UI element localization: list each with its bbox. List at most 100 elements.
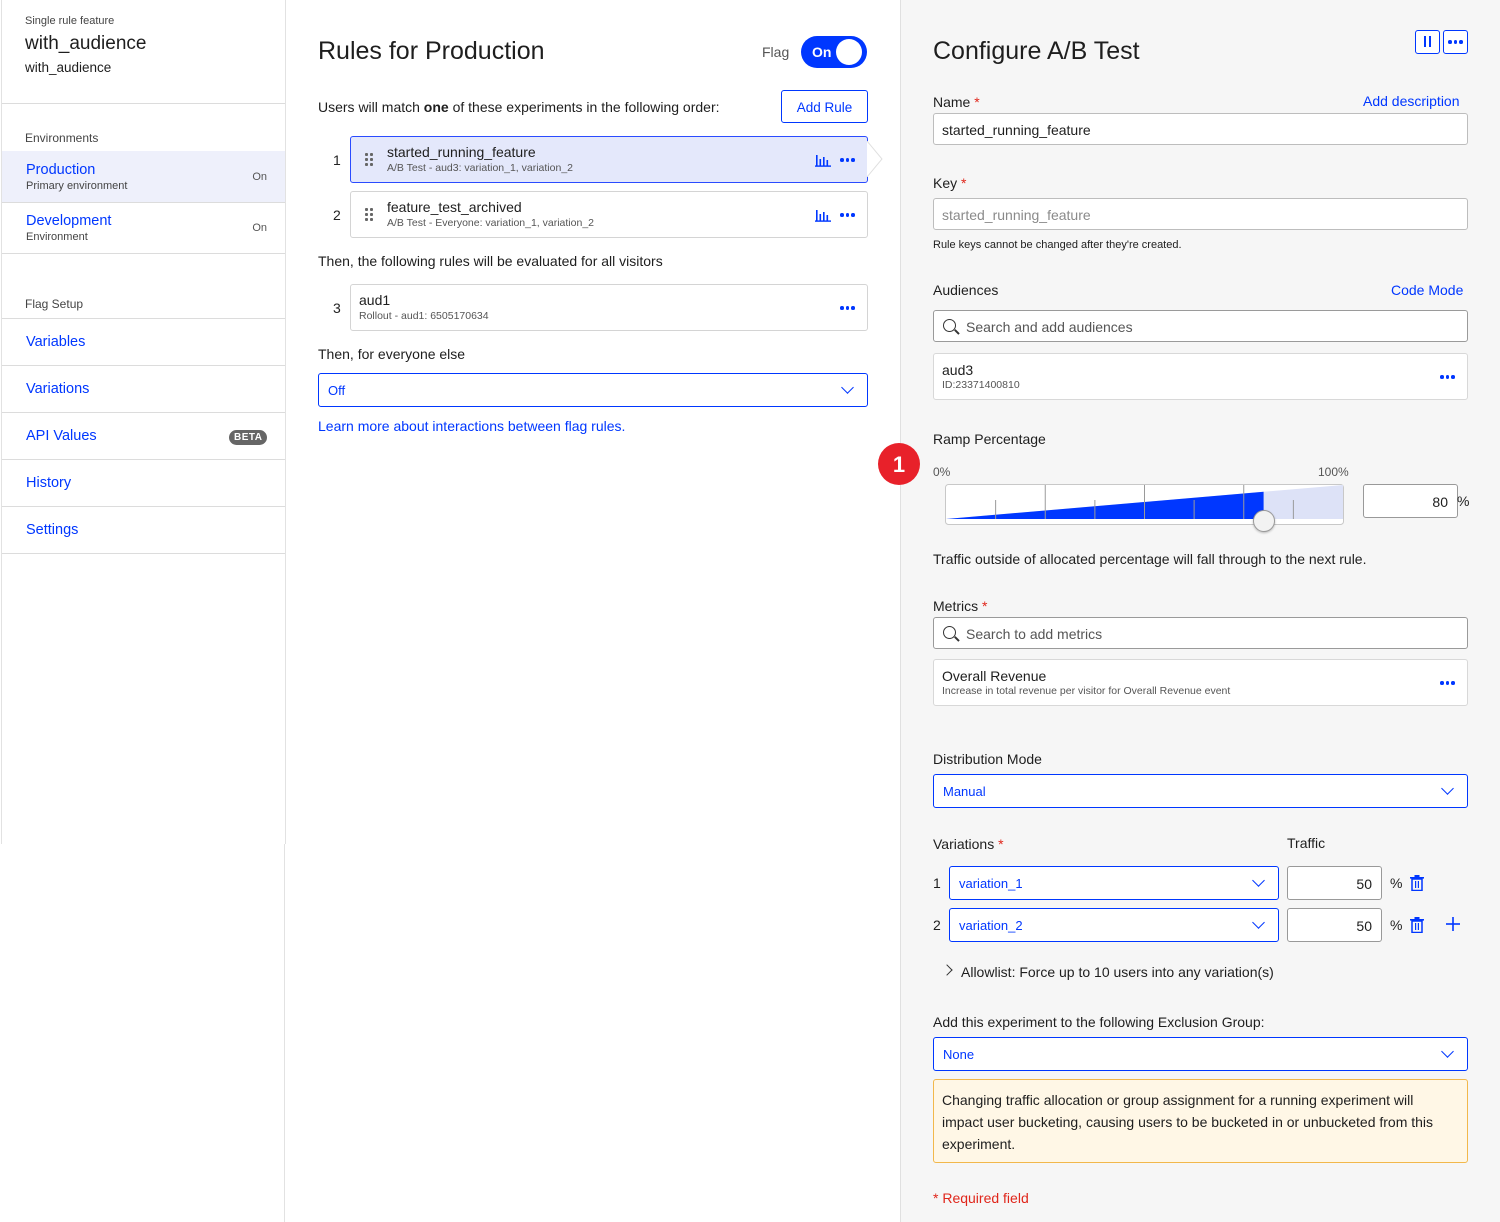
annotation-marker: 1 bbox=[878, 443, 920, 485]
more-options-icon[interactable] bbox=[1440, 681, 1456, 685]
ramp-max-label: 100% bbox=[1318, 465, 1349, 479]
chevron-down-icon bbox=[1441, 1045, 1454, 1058]
flag-setup-heading: Flag Setup bbox=[25, 297, 84, 311]
search-placeholder: Search to add metrics bbox=[966, 626, 1103, 642]
distribution-mode-select[interactable]: Manual bbox=[933, 774, 1468, 808]
add-description-link[interactable]: Add description bbox=[1363, 93, 1460, 109]
chevron-down-icon bbox=[1252, 916, 1265, 929]
rule-title: aud1 bbox=[359, 292, 391, 308]
traffic-input-1[interactable]: 50 bbox=[1287, 866, 1382, 900]
drag-handle-icon[interactable] bbox=[365, 153, 375, 167]
ramp-note: Traffic outside of allocated percentage … bbox=[933, 551, 1367, 567]
env-sub: Environment bbox=[26, 231, 88, 243]
traffic-value: 50 bbox=[1356, 876, 1372, 892]
more-options-icon[interactable] bbox=[840, 158, 856, 162]
learn-more-link[interactable]: Learn more about interactions between fl… bbox=[318, 418, 625, 434]
beta-badge: BETA bbox=[229, 430, 268, 445]
panel-title: Configure A/B Test bbox=[933, 37, 1140, 65]
audience-search-input[interactable]: Search and add audiences bbox=[933, 310, 1468, 342]
add-rule-button[interactable]: Add Rule bbox=[781, 90, 868, 123]
code-mode-link[interactable]: Code Mode bbox=[1391, 282, 1463, 298]
rule-number: 3 bbox=[333, 300, 341, 316]
rules-panel: Rules for Production Flag On Users will … bbox=[286, 0, 900, 1222]
sidebar: Single rule feature with_audience with_a… bbox=[0, 0, 286, 1222]
trash-icon[interactable] bbox=[1410, 917, 1424, 933]
more-options-icon[interactable] bbox=[840, 213, 856, 217]
distribution-label: Distribution Mode bbox=[933, 751, 1042, 767]
variation-number: 1 bbox=[933, 875, 941, 891]
rule-card-feature-test-archived[interactable]: feature_test_archived A/B Test - Everyon… bbox=[350, 191, 868, 238]
sidebar-item-label: Variables bbox=[26, 334, 86, 350]
rules-intro: Users will match one of these experiment… bbox=[318, 99, 720, 115]
env-production[interactable]: Production Primary environment On bbox=[2, 151, 285, 203]
key-input-placeholder: started_running_feature bbox=[942, 207, 1091, 223]
sidebar-item-settings[interactable]: Settings bbox=[2, 507, 285, 554]
chevron-down-icon bbox=[841, 381, 854, 394]
sidebar-divider bbox=[284, 844, 285, 1222]
add-rule-label: Add Rule bbox=[796, 100, 853, 115]
chevron-right-icon[interactable] bbox=[941, 964, 953, 976]
rule-title: feature_test_archived bbox=[387, 199, 522, 215]
ramp-percentage-input[interactable]: 80 bbox=[1363, 484, 1458, 518]
audience-name: aud3 bbox=[942, 362, 974, 378]
variations-label: Variations * bbox=[933, 836, 1004, 852]
sidebar-item-label: Settings bbox=[26, 522, 79, 538]
intro-text: of these experiments in the following or… bbox=[448, 99, 720, 115]
split-view-icon[interactable] bbox=[1415, 30, 1440, 54]
rule-subtitle: A/B Test - aud3: variation_1, variation_… bbox=[387, 162, 574, 174]
sidebar-item-label: Variations bbox=[26, 381, 90, 397]
env-status: On bbox=[252, 171, 267, 183]
results-chart-icon[interactable] bbox=[815, 153, 831, 167]
name-label: Name * bbox=[933, 94, 980, 110]
rule-number: 2 bbox=[333, 207, 341, 223]
sidebar-item-variations[interactable]: Variations bbox=[2, 366, 285, 413]
required-mark: * bbox=[982, 598, 988, 614]
traffic-input-2[interactable]: 50 bbox=[1287, 908, 1382, 942]
rule-card-aud1[interactable]: aud1 Rollout - aud1: 6505170634 bbox=[350, 284, 868, 331]
audiences-label: Audiences bbox=[933, 282, 999, 298]
drag-handle-icon[interactable] bbox=[365, 208, 375, 222]
more-options-icon[interactable] bbox=[1440, 375, 1456, 379]
variation-select-1[interactable]: variation_1 bbox=[949, 866, 1279, 900]
name-input[interactable]: started_running_feature bbox=[933, 113, 1468, 145]
more-options-icon[interactable] bbox=[840, 306, 856, 310]
environments-heading: Environments bbox=[25, 131, 99, 145]
trash-icon[interactable] bbox=[1410, 875, 1424, 891]
results-chart-icon[interactable] bbox=[815, 208, 831, 222]
page-title: Rules for Production bbox=[318, 37, 545, 65]
configure-panel: Configure A/B Test Name * Add descriptio… bbox=[878, 0, 1500, 1222]
intro-bold: one bbox=[423, 99, 449, 115]
then-all-text: Then, the following rules will be evalua… bbox=[318, 253, 663, 269]
label-text: Variations bbox=[933, 836, 995, 852]
sidebar-item-history[interactable]: History bbox=[2, 460, 285, 507]
search-placeholder: Search and add audiences bbox=[966, 319, 1133, 335]
add-variation-icon[interactable] bbox=[1446, 917, 1460, 931]
intro-text: Users will match bbox=[318, 99, 424, 115]
everyone-else-select[interactable]: Off bbox=[318, 373, 868, 407]
metrics-search-input[interactable]: Search to add metrics bbox=[933, 617, 1468, 649]
key-input[interactable]: started_running_feature bbox=[933, 198, 1468, 230]
panel-more-options-icon[interactable] bbox=[1443, 30, 1468, 54]
toggle-knob bbox=[836, 39, 862, 65]
sidebar-item-variables[interactable]: Variables bbox=[2, 319, 285, 366]
rule-card-started-running-feature[interactable]: started_running_feature A/B Test - aud3:… bbox=[350, 136, 868, 183]
selected-rule-pointer bbox=[867, 141, 883, 177]
allowlist-toggle[interactable]: Allowlist: Force up to 10 users into any… bbox=[961, 964, 1274, 980]
percent-sign: % bbox=[1390, 917, 1403, 933]
exclusion-group-select[interactable]: None bbox=[933, 1037, 1468, 1071]
rule-title: started_running_feature bbox=[387, 144, 536, 160]
metrics-label: Metrics * bbox=[933, 598, 987, 614]
sidebar-item-api-values[interactable]: API Values BETA bbox=[2, 413, 285, 460]
audience-id: ID:23371400810 bbox=[942, 379, 1020, 391]
ramp-slider[interactable] bbox=[945, 484, 1344, 532]
slider-handle[interactable] bbox=[1252, 510, 1275, 532]
env-development[interactable]: Development Environment On bbox=[2, 203, 285, 254]
select-value: variation_2 bbox=[959, 918, 1023, 933]
warning-box: Changing traffic allocation or group ass… bbox=[933, 1079, 1468, 1163]
required-mark: * bbox=[974, 94, 980, 110]
percent-sign: % bbox=[1390, 875, 1403, 891]
env-name: Production bbox=[26, 162, 96, 178]
flag-toggle[interactable]: On bbox=[801, 36, 867, 68]
variation-select-2[interactable]: variation_2 bbox=[949, 908, 1279, 942]
ramp-input-value: 80 bbox=[1432, 494, 1448, 510]
